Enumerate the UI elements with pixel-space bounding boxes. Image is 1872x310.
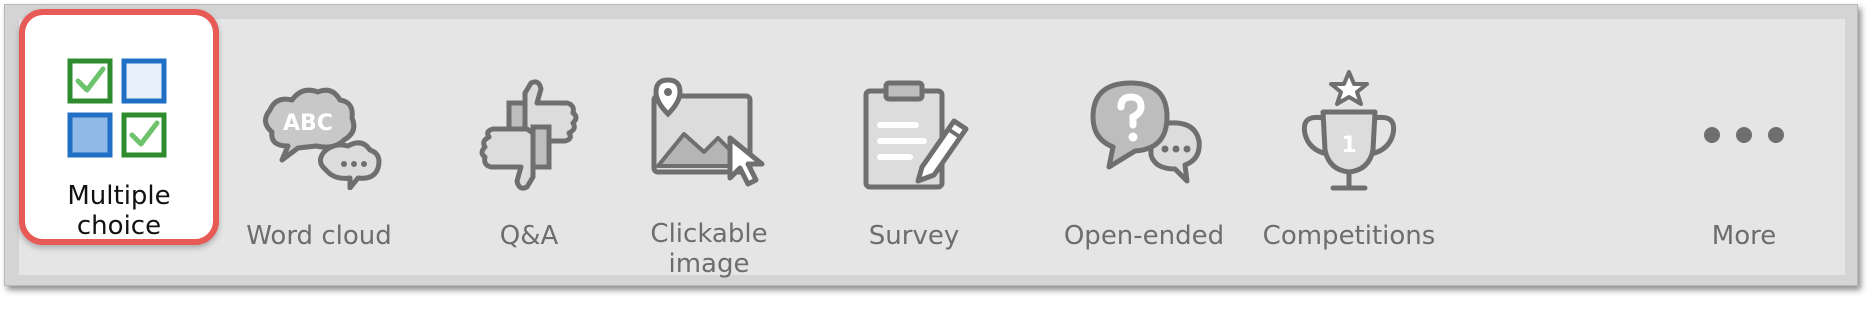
trophy-icon: 1 [1274,65,1424,205]
qa-option[interactable]: Q&A [449,31,609,279]
question-bubbles-icon [1069,65,1219,205]
word-cloud-icon-text: ABC [283,111,333,136]
clickable-image-icon [634,65,784,203]
thumbs-up-down-icon [454,65,604,205]
multiple-choice-label: Multiple choice [67,181,171,241]
survey-label: Survey [868,221,960,251]
qa-label: Q&A [499,221,559,251]
competitions-option[interactable]: 1 Competitions [1249,31,1449,279]
word-cloud-label: Word cloud [246,221,392,251]
more-option[interactable]: More [1669,31,1819,279]
word-cloud-icon: ABC [244,65,394,205]
more-label: More [1711,221,1777,251]
trophy-icon-text: 1 [1341,133,1356,158]
toolbar-inner: Multiple choice ABC Word cloud Q&A Click… [19,9,1845,279]
competitions-label: Competitions [1262,221,1436,251]
clickable-image-label: Clickable image [650,219,768,279]
open-ended-label: Open-ended [1063,221,1225,251]
question-type-toolbar: Multiple choice ABC Word cloud Q&A Click… [4,4,1858,286]
word-cloud-option[interactable]: ABC Word cloud [229,31,409,279]
survey-option[interactable]: Survey [829,31,999,279]
multiple-choice-option[interactable]: Multiple choice [19,9,219,245]
open-ended-option[interactable]: Open-ended [1049,31,1239,279]
multiple-choice-icon [44,55,194,165]
clipboard-pencil-icon [839,65,989,205]
clickable-image-option[interactable]: Clickable image [619,31,799,279]
more-dots-icon [1669,65,1819,205]
